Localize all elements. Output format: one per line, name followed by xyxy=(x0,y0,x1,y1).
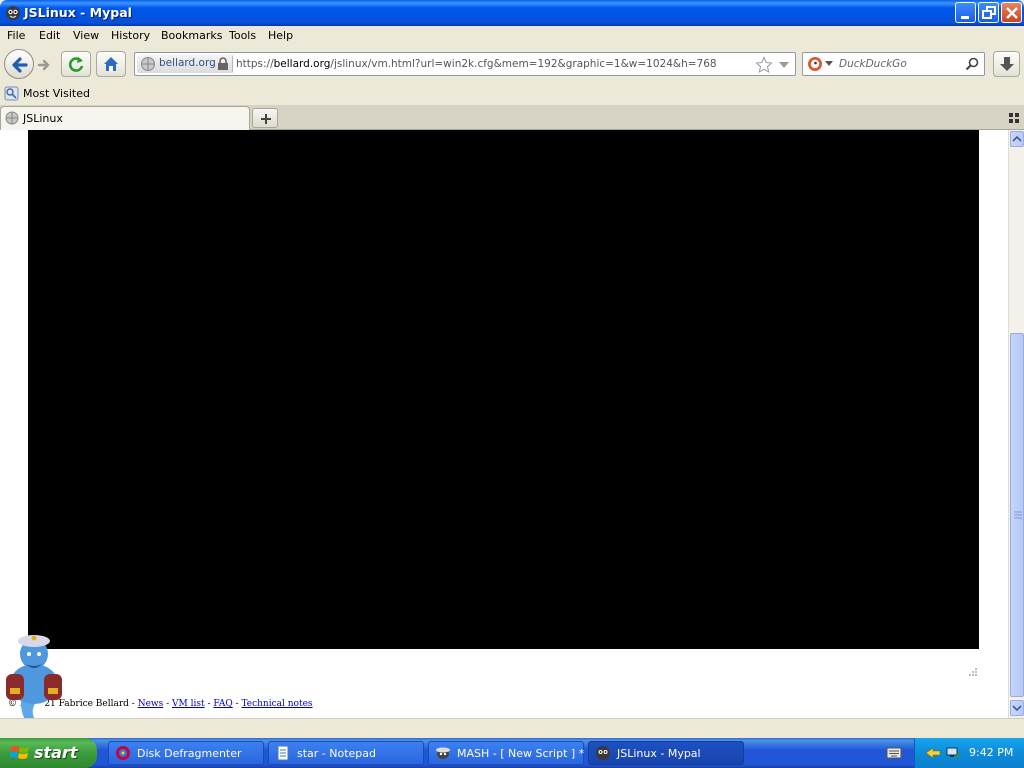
news-link[interactable]: News xyxy=(138,699,164,709)
site-identity-button[interactable]: bellard.org xyxy=(137,55,233,73)
keyboard-icon[interactable] xyxy=(886,746,902,760)
start-button[interactable]: start xyxy=(0,738,97,768)
taskbar-item-label: JSLinux - Mypal xyxy=(617,747,701,760)
minimize-button[interactable] xyxy=(955,2,976,23)
lock-icon xyxy=(218,57,228,70)
tab-jslinux[interactable]: JSLinux xyxy=(0,106,250,130)
vm-screen[interactable] xyxy=(28,130,979,649)
title-bar[interactable]: JSLinux - Mypal xyxy=(0,0,1024,26)
url-dropdown-icon[interactable] xyxy=(778,60,790,70)
vm-list-link[interactable]: VM list xyxy=(172,699,205,709)
search-icon[interactable] xyxy=(965,57,979,71)
scroll-down-button[interactable] xyxy=(1010,700,1024,716)
new-tab-button[interactable] xyxy=(252,108,278,128)
mypal-icon xyxy=(596,746,610,760)
url-text: https://bellard.org/jslinux/vm.html?url=… xyxy=(236,58,717,70)
close-icon xyxy=(1006,7,1018,19)
search-bar[interactable]: DuckDuckGo xyxy=(802,52,985,76)
scroll-up-icon xyxy=(1012,135,1022,142)
bookmark-star-icon[interactable] xyxy=(755,56,773,74)
taskbar-item-disk-defragmenter[interactable]: Disk Defragmenter xyxy=(108,741,264,765)
reload-icon xyxy=(68,57,84,72)
clock[interactable]: 9:42 PM xyxy=(969,746,1013,759)
grip-icon xyxy=(1014,511,1022,519)
search-input[interactable]: DuckDuckGo xyxy=(839,58,907,70)
mypal-icon xyxy=(6,6,20,20)
menu-bookmarks[interactable]: Bookmarks xyxy=(161,29,222,42)
tab-list-icon[interactable] xyxy=(1008,112,1020,124)
globe-icon xyxy=(141,57,155,71)
menu-bar: File Edit View History Bookmarks Tools H… xyxy=(0,26,1024,46)
close-button[interactable] xyxy=(1001,2,1022,23)
tab-strip: JSLinux xyxy=(0,105,1024,130)
taskbar-item-notepad[interactable]: star - Notepad xyxy=(268,741,424,765)
taskbar-item-label: star - Notepad xyxy=(297,747,377,760)
restore-button[interactable] xyxy=(978,2,999,23)
page-content: © 20 21 Fabrice Bellard - News - VM list … xyxy=(0,130,1008,718)
taskbar-item-label: MASH - [ New Script ] * xyxy=(457,747,585,760)
downloads-button[interactable] xyxy=(993,51,1020,77)
menu-tools[interactable]: Tools xyxy=(229,29,256,42)
status-bar xyxy=(0,718,1024,738)
notepad-icon xyxy=(277,745,289,761)
system-tray: 9:42 PM xyxy=(914,738,1024,768)
resize-grip-icon[interactable] xyxy=(966,665,978,677)
navigation-toolbar: bellard.org https://bellard.org/jslinux/… xyxy=(0,46,1024,84)
url-bar[interactable]: bellard.org https://bellard.org/jslinux/… xyxy=(134,52,796,76)
url-prefix: https:// xyxy=(236,58,274,70)
taskbar-item-jslinux-mypal[interactable]: JSLinux - Mypal xyxy=(588,741,744,765)
url-host: bellard.org xyxy=(273,58,331,70)
network-icon[interactable] xyxy=(945,745,961,761)
home-icon xyxy=(104,57,118,71)
taskbar-item-mash[interactable]: MASH - [ New Script ] * xyxy=(428,741,584,765)
menu-history[interactable]: History xyxy=(111,29,150,42)
home-button[interactable] xyxy=(96,51,126,77)
menu-help[interactable]: Help xyxy=(268,29,293,42)
scroll-thumb[interactable] xyxy=(1010,333,1024,697)
scroll-down-icon xyxy=(1012,705,1022,712)
technical-notes-link[interactable]: Technical notes xyxy=(241,699,312,709)
menu-file[interactable]: File xyxy=(7,29,25,42)
taskbar: start Disk Defragmenter star - Notepad M… xyxy=(0,738,1024,768)
vertical-scrollbar[interactable] xyxy=(1008,130,1024,718)
tab-label: JSLinux xyxy=(23,112,63,125)
download-icon xyxy=(1000,57,1014,71)
faq-link[interactable]: FAQ xyxy=(213,699,232,709)
globe-icon xyxy=(5,111,19,125)
minimize-icon xyxy=(961,16,969,19)
genie-assistant-icon[interactable] xyxy=(0,614,70,718)
reload-button[interactable] xyxy=(61,51,91,77)
menu-view[interactable]: View xyxy=(73,29,99,42)
plus-icon xyxy=(261,114,271,124)
most-visited-icon xyxy=(4,86,19,101)
url-path: /jslinux/vm.html?url=win2k.cfg&mem=192&g… xyxy=(330,58,717,70)
forward-arrow-icon[interactable] xyxy=(36,57,52,73)
site-identity-label: bellard.org xyxy=(159,57,216,69)
window-title: JSLinux - Mypal xyxy=(24,5,132,20)
bookmark-most-visited[interactable]: Most Visited xyxy=(23,87,90,100)
scroll-up-button[interactable] xyxy=(1010,131,1024,147)
windows-logo-icon xyxy=(10,746,29,759)
engine-dropdown-icon[interactable] xyxy=(825,61,833,67)
bookmarks-toolbar: Most Visited xyxy=(0,84,1024,105)
back-arrow-icon xyxy=(12,57,28,73)
menu-edit[interactable]: Edit xyxy=(39,29,60,42)
back-button[interactable] xyxy=(4,49,34,79)
taskbar-item-label: Disk Defragmenter xyxy=(137,747,242,760)
start-label: start xyxy=(34,743,78,762)
restore-icon xyxy=(982,6,996,19)
tray-arrow-icon[interactable] xyxy=(925,745,941,761)
defrag-icon xyxy=(116,746,130,760)
mash-icon xyxy=(436,747,450,759)
duckduckgo-icon xyxy=(808,57,822,71)
